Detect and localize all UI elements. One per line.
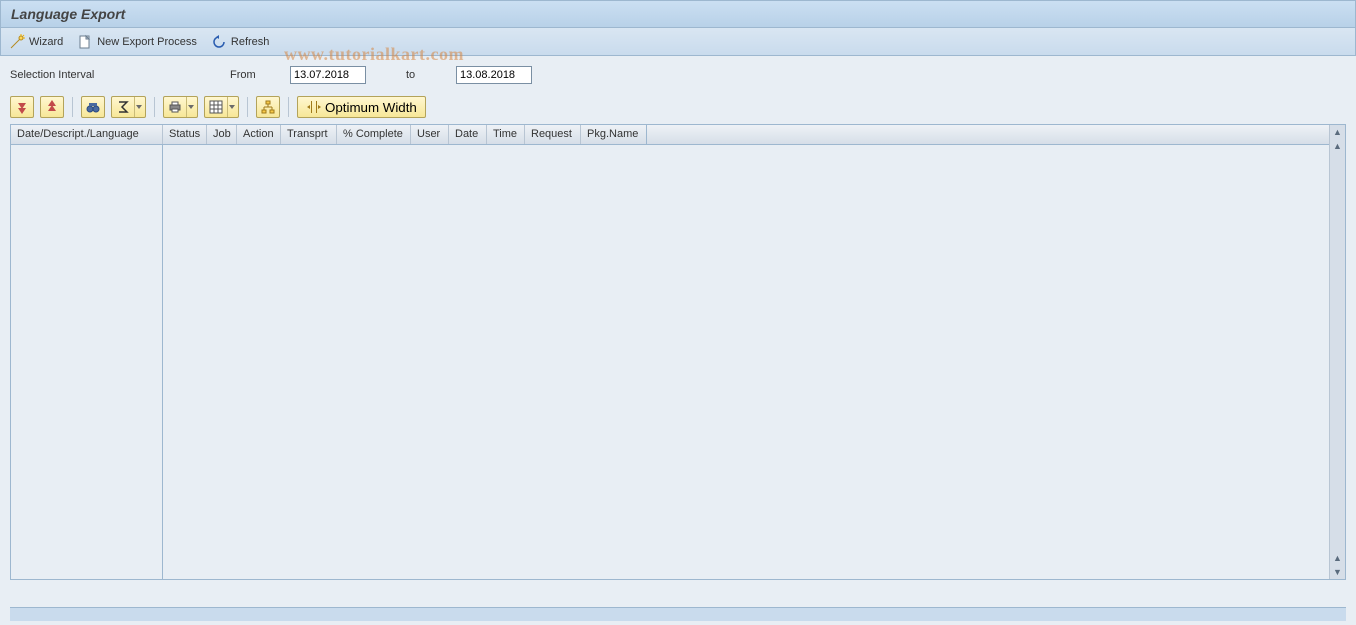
col-request[interactable]: Request (525, 125, 581, 144)
col-pkg-name[interactable]: Pkg.Name (581, 125, 647, 144)
status-bar (10, 607, 1346, 621)
expand-all-button[interactable] (10, 96, 34, 118)
col-transprt[interactable]: Transprt (281, 125, 337, 144)
page-title: Language Export (11, 6, 125, 22)
chevron-down-icon (227, 97, 235, 117)
find-button[interactable] (81, 96, 105, 118)
wand-icon (9, 34, 25, 50)
grid-tree-pane (11, 145, 163, 579)
chevron-down-icon (186, 97, 194, 117)
scroll-up-button[interactable]: ▲ (1331, 125, 1345, 139)
col-date[interactable]: Date (449, 125, 487, 144)
vertical-scrollbar[interactable]: ▲ ▲ ▲ ▼ (1329, 125, 1345, 579)
selection-interval-label: Selection Interval (10, 69, 220, 81)
new-document-icon (77, 34, 93, 50)
toolbar-separator (72, 97, 73, 117)
collapse-icon (44, 99, 60, 115)
hierarchy-button[interactable] (256, 96, 280, 118)
from-label: From (230, 69, 280, 81)
new-export-button[interactable]: New Export Process (77, 34, 197, 50)
refresh-label: Refresh (231, 36, 270, 48)
scroll-up-button-2[interactable]: ▲ (1331, 139, 1345, 153)
col-user[interactable]: User (411, 125, 449, 144)
col-time[interactable]: Time (487, 125, 525, 144)
new-export-label: New Export Process (97, 36, 197, 48)
wizard-label: Wizard (29, 36, 63, 48)
app-toolbar: Wizard New Export Process Refresh (0, 28, 1356, 56)
collapse-all-button[interactable] (40, 96, 64, 118)
column-width-icon (306, 99, 322, 115)
sum-button[interactable] (111, 96, 146, 118)
toolbar-separator (288, 97, 289, 117)
scroll-down-button-2[interactable]: ▲ (1331, 551, 1345, 565)
chevron-down-icon (134, 97, 142, 117)
from-date-input[interactable] (290, 66, 366, 84)
grid-header-row: Date/Descript./Language Status Job Actio… (11, 125, 1329, 145)
printer-icon (167, 99, 183, 115)
sigma-icon (115, 99, 131, 115)
alv-grid: Date/Descript./Language Status Job Actio… (10, 124, 1346, 580)
col-filler (647, 125, 1329, 144)
hierarchy-icon (260, 99, 276, 115)
print-button[interactable] (163, 96, 198, 118)
toolbar-separator (154, 97, 155, 117)
optimum-width-button[interactable]: Optimum Width (297, 96, 426, 118)
to-label: to (406, 69, 446, 81)
selection-interval-row: Selection Interval From to (0, 56, 1356, 96)
toolbar-separator (247, 97, 248, 117)
layout-button[interactable] (204, 96, 239, 118)
col-complete[interactable]: % Complete (337, 125, 411, 144)
optimum-width-label: Optimum Width (325, 100, 417, 115)
title-bar: Language Export (0, 0, 1356, 28)
wizard-button[interactable]: Wizard (9, 34, 63, 50)
to-date-input[interactable] (456, 66, 532, 84)
col-job[interactable]: Job (207, 125, 237, 144)
refresh-icon (211, 34, 227, 50)
expand-icon (14, 99, 30, 115)
alv-toolbar: Optimum Width (0, 96, 1356, 124)
refresh-button[interactable]: Refresh (211, 34, 270, 50)
col-action[interactable]: Action (237, 125, 281, 144)
col-date-descript-language[interactable]: Date/Descript./Language (11, 125, 163, 144)
scroll-down-button[interactable]: ▼ (1331, 565, 1345, 579)
grid-body (11, 145, 1329, 579)
grid-icon (208, 99, 224, 115)
grid-data-pane (163, 145, 1329, 579)
binoculars-icon (85, 99, 101, 115)
col-status[interactable]: Status (163, 125, 207, 144)
